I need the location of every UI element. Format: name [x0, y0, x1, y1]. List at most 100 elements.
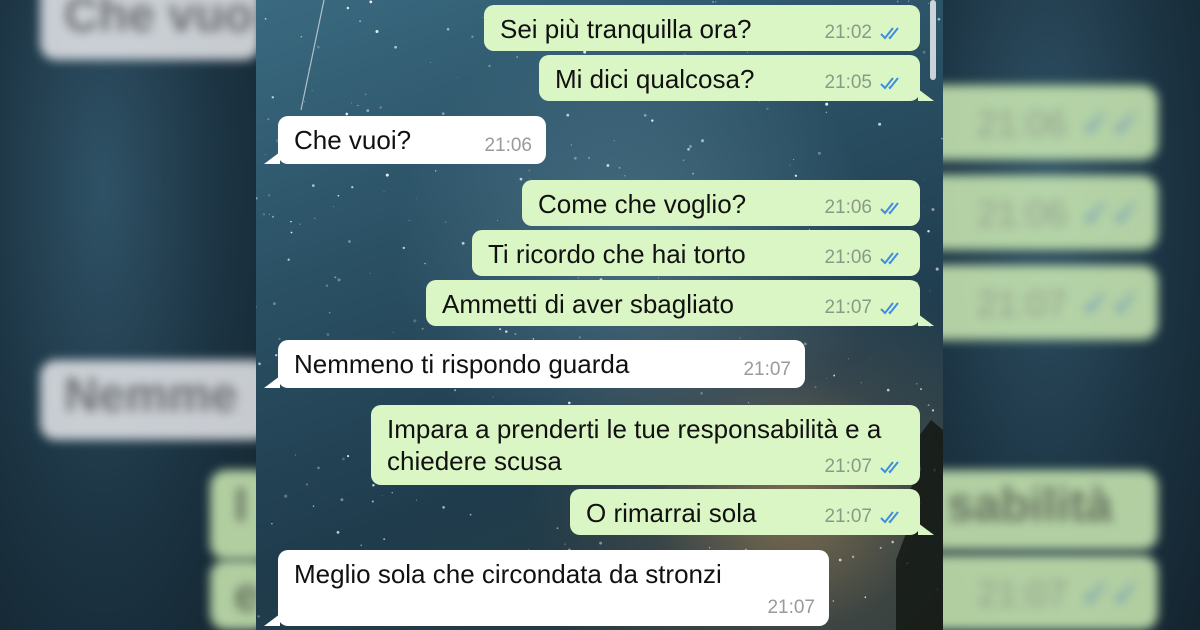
star — [692, 172, 694, 175]
message-time: 21:06 — [484, 135, 532, 156]
star — [408, 220, 410, 222]
star — [371, 500, 374, 503]
star — [814, 386, 817, 388]
message-bubble-incoming[interactable]: Meglio sola che circondata da stronzi 21… — [264, 550, 829, 626]
star — [416, 198, 417, 200]
star — [499, 328, 502, 331]
star — [364, 93, 367, 96]
star — [360, 544, 363, 547]
message-time: 21:07 — [743, 359, 791, 380]
message-bubble-incoming[interactable]: Che vuoi? 21:06 — [264, 116, 546, 164]
star — [927, 230, 930, 233]
star — [577, 276, 580, 279]
star — [430, 62, 431, 63]
message-bubble-outgoing[interactable]: Come che voglio? 21:06 — [522, 180, 920, 226]
star — [570, 144, 572, 146]
message-bubble-outgoing[interactable]: Impara a prenderti le tue responsabilità… — [371, 405, 920, 485]
message-time: 21:07 — [824, 506, 872, 527]
star — [316, 45, 320, 49]
star — [599, 541, 603, 545]
star — [907, 0, 910, 2]
message-bubble-outgoing[interactable]: O rimarrai sola 21:07 — [570, 489, 934, 535]
star — [624, 175, 626, 177]
star — [564, 543, 566, 546]
message-text: Che vuoi? — [294, 125, 412, 155]
star — [383, 538, 386, 541]
star — [287, 258, 290, 261]
message-time: 21:07 — [767, 597, 815, 618]
star — [923, 206, 925, 208]
star — [516, 56, 519, 58]
message-time: 21:05 — [824, 72, 872, 93]
star — [446, 28, 450, 31]
star — [613, 140, 615, 142]
star — [878, 122, 882, 126]
star — [375, 29, 379, 34]
star — [260, 121, 262, 123]
star — [435, 170, 437, 172]
star — [574, 156, 577, 160]
star — [348, 240, 351, 243]
star — [860, 382, 862, 384]
message-text: Ti ricordo che hai torto — [488, 239, 746, 269]
message-text: Meglio sola che circondata da stronzi — [294, 559, 722, 589]
star — [311, 90, 313, 92]
star — [314, 217, 316, 219]
star — [794, 174, 798, 177]
star — [817, 151, 821, 155]
star — [920, 388, 922, 391]
star — [345, 112, 349, 116]
star — [583, 50, 587, 54]
star — [441, 112, 445, 115]
star — [766, 107, 769, 111]
star — [643, 114, 647, 117]
star — [886, 388, 890, 392]
star — [421, 327, 424, 330]
star — [869, 357, 871, 359]
star — [578, 336, 581, 339]
message-text: Ammetti di aver sbagliato — [442, 289, 734, 319]
star — [369, 272, 371, 274]
star — [284, 494, 288, 498]
star — [351, 102, 353, 104]
message-bubble-outgoing[interactable]: Sei più tranquilla ora? 21:02 — [484, 5, 920, 51]
star — [461, 241, 465, 245]
star — [923, 179, 925, 181]
star — [864, 596, 867, 598]
message-bubble-outgoing[interactable]: Ti ricordo che hai torto 21:06 — [472, 230, 920, 276]
message-bubble-outgoing[interactable]: Mi dici qualcosa? 21:05 — [539, 55, 934, 101]
star — [294, 454, 296, 456]
star — [712, 0, 714, 3]
star — [567, 401, 571, 405]
scrollbar[interactable] — [930, 0, 936, 80]
ghost-bubble: 21:06 ✓✓ — [943, 85, 1158, 160]
star — [514, 332, 517, 336]
star — [588, 157, 590, 159]
star — [256, 306, 257, 308]
star — [471, 35, 474, 38]
star — [307, 68, 309, 70]
star — [931, 207, 935, 212]
star — [268, 194, 271, 197]
double-check-icon — [880, 302, 899, 315]
message-time: 21:07 — [824, 297, 872, 318]
chat-conversation[interactable]: Sei più tranquilla ora? 21:02 Mi dici qu… — [256, 0, 943, 630]
star — [341, 457, 345, 461]
star — [328, 311, 331, 314]
star — [347, 455, 350, 458]
star — [929, 290, 931, 292]
star — [519, 177, 523, 181]
star — [413, 319, 417, 323]
star — [385, 173, 389, 177]
star — [299, 223, 301, 225]
star — [271, 215, 275, 218]
star — [832, 600, 835, 602]
star — [278, 337, 281, 340]
star — [305, 483, 309, 486]
message-bubble-outgoing[interactable]: Ammetti di aver sbagliato 21:07 — [426, 280, 934, 326]
message-bubble-incoming[interactable]: Nemmeno ti rispondo guarda 21:07 — [264, 340, 805, 388]
star — [346, 6, 350, 10]
star — [505, 330, 508, 333]
star — [700, 391, 703, 395]
star — [896, 0, 899, 3]
